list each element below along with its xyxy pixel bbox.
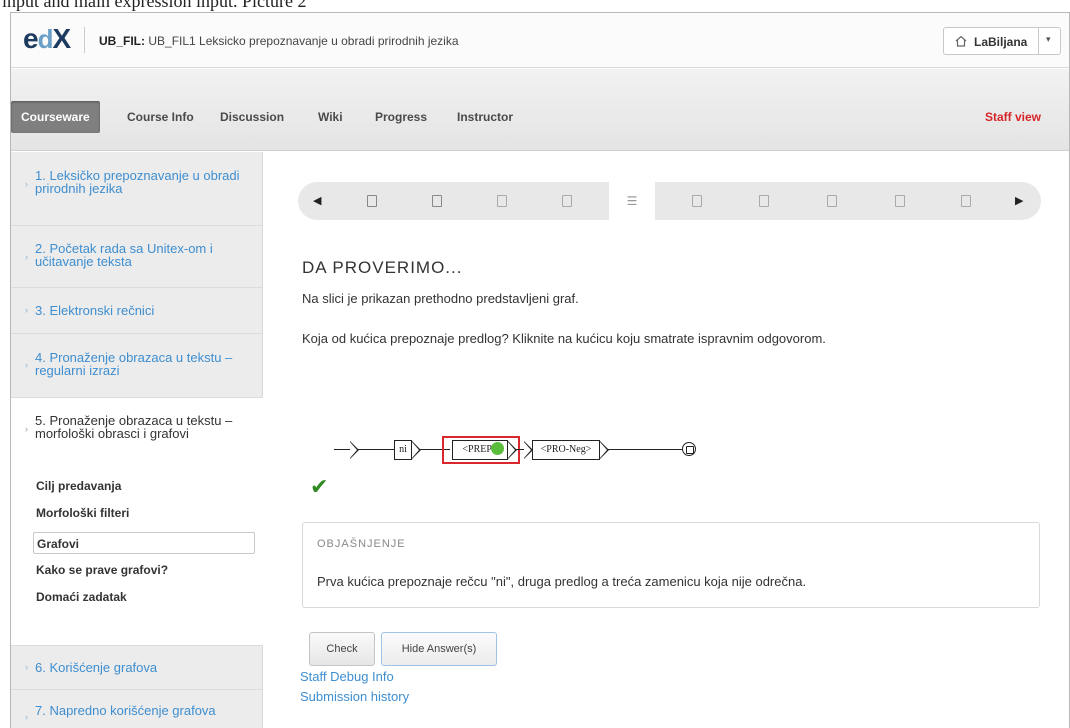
course-navbar: Courseware Course Info Discussion Wiki P… xyxy=(11,69,1069,151)
tab-course-info[interactable]: Course Info xyxy=(127,101,194,133)
chapter-label: 6. Korišćenje grafova xyxy=(35,660,158,675)
edx-logo[interactable]: edX xyxy=(23,25,71,54)
chapter-label: 2. Početak rada sa Unitex-om i učitavanj… xyxy=(35,241,213,269)
explanation-panel: OBJAŠNJENJE Prva kućica prepoznaje rečcu… xyxy=(302,522,1040,608)
caption-text: input and main expression input. Picture… xyxy=(2,0,307,11)
course-sidebar: › 1. Leksičko prepoznavanje u obradi pri… xyxy=(11,152,263,728)
unit-tab-2[interactable] xyxy=(417,182,457,220)
sidebar-item-morfoloski-filteri[interactable]: Morfološki filteri xyxy=(33,502,255,524)
sidebar-chapter-3[interactable]: › 3. Elektronski rečnici xyxy=(11,288,263,334)
chevron-right-icon: › xyxy=(25,179,28,189)
unit-tab-5-current[interactable]: ☰ xyxy=(609,182,655,220)
chevron-right-icon: › xyxy=(25,360,28,370)
browser-frame: edX UB_FIL: UB_FIL1 Leksicko prepoznavan… xyxy=(10,12,1070,728)
sequence-navigation: ◀ ☰ ▶ xyxy=(298,182,1041,220)
sidebar-chapter-5[interactable]: › 5. Pronaženje obrazaca u tekstu – morf… xyxy=(11,398,263,646)
tab-progress[interactable]: Progress xyxy=(375,101,427,133)
final-state-icon xyxy=(682,442,696,456)
initial-state-icon xyxy=(350,441,359,459)
chevron-right-icon: › xyxy=(25,424,28,434)
unitex-graph-image: ni <PREP> <PRO-Neg> xyxy=(334,427,754,469)
unit-tab-9[interactable] xyxy=(880,182,920,220)
problem-title: DA PROVERIMO... xyxy=(302,258,463,277)
home-icon xyxy=(955,35,967,47)
chevron-down-icon[interactable]: ▾ xyxy=(1046,34,1051,45)
explanation-heading: OBJAŠNJENJE xyxy=(317,538,406,550)
sidebar-item-cilj-predavanja[interactable]: Cilj predavanja xyxy=(33,475,255,497)
hide-answer-button[interactable]: Hide Answer(s) xyxy=(381,632,497,666)
graph-box-pro-neg[interactable]: <PRO-Neg> xyxy=(532,440,600,460)
top-header: edX UB_FIL: UB_FIL1 Leksicko prepoznavan… xyxy=(11,13,1069,68)
sidebar-item-domaci-zadatak[interactable]: Domaći zadatak xyxy=(33,586,255,608)
tab-courseware[interactable]: Courseware xyxy=(11,101,100,133)
tab-wiki[interactable]: Wiki xyxy=(318,101,343,133)
header-divider xyxy=(84,27,85,53)
problem-intro-text: Na slici je prikazan prethodno predstavl… xyxy=(302,291,579,306)
unit-tab-7[interactable] xyxy=(744,182,784,220)
chapter-label: 4. Pronaženje obrazaca u tekstu – regula… xyxy=(35,350,233,378)
document-icon xyxy=(895,195,905,207)
sidebar-chapter-6[interactable]: › 6. Korišćenje grafova xyxy=(11,646,263,690)
course-title: UB_FIL: UB_FIL1 Leksicko prepoznavanje u… xyxy=(99,34,459,48)
document-icon xyxy=(759,195,769,207)
correct-check-icon: ✔ xyxy=(310,474,329,499)
document-icon xyxy=(432,195,442,207)
chevron-right-icon: › xyxy=(25,662,28,672)
submission-history-link[interactable]: Submission history xyxy=(300,689,409,704)
staff-debug-info-link[interactable]: Staff Debug Info xyxy=(300,669,394,684)
document-icon xyxy=(367,195,377,207)
document-icon xyxy=(562,195,572,207)
problem-question-text: Koja od kućica prepoznaje predlog? Klikn… xyxy=(302,331,826,346)
tab-discussion[interactable]: Discussion xyxy=(220,101,284,133)
unit-tab-3[interactable] xyxy=(482,182,522,220)
check-button[interactable]: Check xyxy=(309,632,375,666)
chapter-label: 3. Elektronski rečnici xyxy=(35,303,155,318)
chapter-label: 7. Napredno korišćenje grafova xyxy=(35,703,216,718)
unit-tab-10[interactable] xyxy=(946,182,986,220)
document-icon xyxy=(692,195,702,207)
page-caption: input and main expression input. Picture… xyxy=(0,0,1070,12)
document-icon xyxy=(497,195,507,207)
unit-tab-4[interactable] xyxy=(547,182,587,220)
graph-box-ni[interactable]: ni xyxy=(394,440,412,460)
explanation-text: Prva kućica prepoznaje rečcu "ni", druga… xyxy=(317,574,807,589)
sidebar-chapter-4[interactable]: › 4. Pronaženje obrazaca u tekstu – regu… xyxy=(11,334,263,398)
previous-unit-button[interactable]: ◀ xyxy=(313,194,321,207)
list-icon: ☰ xyxy=(626,194,638,208)
sidebar-item-grafovi[interactable]: Grafovi xyxy=(33,532,255,554)
document-icon xyxy=(827,195,837,207)
main-content: ◀ ☰ ▶ DA PROVERIMO... Na slici je prikaz… xyxy=(264,152,1069,728)
user-menu-button[interactable]: LaBiljana ▾ xyxy=(943,27,1061,55)
course-code: UB_FIL: xyxy=(99,34,145,48)
chapter-label: 5. Pronaženje obrazaca u tekstu – morfol… xyxy=(35,413,233,441)
unit-tab-6[interactable] xyxy=(677,182,717,220)
tab-instructor[interactable]: Instructor xyxy=(457,101,513,133)
document-icon xyxy=(961,195,971,207)
chevron-right-icon: › xyxy=(25,305,28,315)
chapter-label: 1. Leksičko prepoznavanje u obradi priro… xyxy=(35,168,240,196)
next-unit-button[interactable]: ▶ xyxy=(1015,194,1023,207)
sidebar-chapter-2[interactable]: › 2. Početak rada sa Unitex-om i učitava… xyxy=(11,226,263,288)
course-name: UB_FIL1 Leksicko prepoznavanje u obradi … xyxy=(148,34,459,48)
username: LaBiljana xyxy=(974,35,1028,49)
unit-tab-1[interactable] xyxy=(352,182,392,220)
sidebar-chapter-7[interactable]: › 7. Napredno korišćenje grafova xyxy=(11,690,263,728)
chevron-right-icon: › xyxy=(25,712,28,722)
sidebar-item-kako-se-prave-grafovi[interactable]: Kako se prave grafovi? xyxy=(33,559,255,581)
chevron-right-icon: › xyxy=(25,252,28,262)
unit-tab-8[interactable] xyxy=(812,182,852,220)
staff-view-link[interactable]: Staff view xyxy=(985,101,1041,133)
selection-marker-icon xyxy=(491,442,504,455)
sidebar-chapter-1[interactable]: › 1. Leksičko prepoznavanje u obradi pri… xyxy=(11,152,263,226)
